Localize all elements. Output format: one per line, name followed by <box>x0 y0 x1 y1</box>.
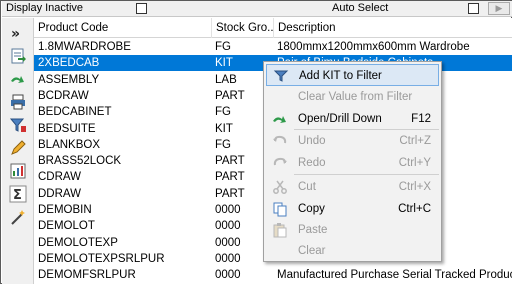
filter-button[interactable] <box>9 116 27 134</box>
cell-product-code: ASSEMBLY <box>38 73 100 86</box>
svg-text:Σ: Σ <box>13 188 22 203</box>
menu-item-copy[interactable]: Copy Ctrl+C <box>266 198 439 220</box>
pencil-icon <box>11 140 26 155</box>
copy-icon <box>272 201 288 217</box>
chart-button[interactable] <box>9 162 27 180</box>
menu-item-shortcut: Ctrl+C <box>398 203 431 215</box>
menu-item-label: Cut <box>298 181 316 193</box>
filter-icon <box>9 118 26 132</box>
cell-product-code: BEDSUITE <box>38 122 96 135</box>
table-row[interactable]: 1.8MWARDROBE FG 1800mmx1200mmx600mm Wardro… <box>34 39 512 55</box>
menu-item-shortcut: Ctrl+X <box>398 181 431 193</box>
wizard-button[interactable] <box>9 208 27 226</box>
window-frame: Display Inactive Auto Select ▶ » Σ Produ… <box>0 0 512 284</box>
drill-down-button[interactable] <box>9 70 27 88</box>
auto-select-label: Auto Select <box>332 2 389 14</box>
column-header-product-code[interactable]: Product Code <box>34 18 212 38</box>
double-chevron-right-icon: » <box>11 26 20 42</box>
auto-select-checkbox[interactable] <box>468 3 479 14</box>
menu-item-label: Add KIT to Filter <box>299 70 382 82</box>
menu-separator <box>294 129 439 130</box>
cell-product-code: 1.8MWARDROBE <box>38 41 131 53</box>
cell-product-code: DEMOBIN <box>38 204 92 216</box>
export-document-icon <box>11 48 26 64</box>
cell-description: Manufactured Purchase Serial Tracked Pro… <box>277 269 512 282</box>
filter-icon <box>273 68 289 84</box>
cell-product-code: DDRAW <box>38 187 82 200</box>
cell-stock-group: FG <box>215 41 231 53</box>
svg-text:»: » <box>11 26 20 42</box>
display-inactive-label: Display Inactive <box>6 2 84 14</box>
export-button[interactable] <box>9 47 27 65</box>
menu-item-label: Clear <box>298 245 326 257</box>
printer-icon <box>11 94 25 110</box>
cell-product-code: BRASS52LOCK <box>38 155 122 168</box>
magic-wand-icon <box>11 210 25 225</box>
menu-item-undo[interactable]: Undo Ctrl+Z <box>266 130 439 152</box>
cell-product-code: DEMOMFSRLPUR <box>38 269 136 282</box>
drill-down-arrow-icon <box>11 76 24 83</box>
menu-separator <box>294 174 439 175</box>
expand-panel-button[interactable]: » <box>9 24 27 42</box>
grid-header: Product Code Stock Gro... Description <box>34 18 512 38</box>
print-button[interactable] <box>9 93 27 111</box>
sigma-icon: Σ <box>9 185 27 203</box>
cell-description: 1800mmx1200mmx600mm Wardrobe <box>277 41 470 53</box>
menu-item-label: Redo <box>298 157 326 169</box>
menu-item-label: Clear Value from Filter <box>298 91 413 103</box>
menu-item-redo[interactable]: Redo Ctrl+Y <box>266 152 439 174</box>
top-options-bar: Display Inactive Auto Select ▶ <box>2 1 512 17</box>
cell-product-code: DEMOLOTEXPSRLPUR <box>38 252 165 265</box>
table-row[interactable]: DEMOMFSRLPUR 0000 Manufactured Purchase Se… <box>34 267 512 283</box>
drill-down-arrow-icon <box>272 111 288 127</box>
left-toolbar: » Σ <box>2 18 34 284</box>
column-header-stock-group[interactable]: Stock Gro... <box>212 18 274 38</box>
menu-item-shortcut: F12 <box>411 113 431 125</box>
context-menu: Add KIT to Filter Clear Value from Filter… <box>263 61 442 262</box>
undo-icon <box>272 133 288 149</box>
chart-icon <box>10 163 26 179</box>
cell-product-code: DEMOLOTEXP <box>38 236 118 249</box>
cell-product-code: DEMOLOT <box>38 220 95 233</box>
menu-item-add-to-filter[interactable]: Add KIT to Filter <box>266 64 439 86</box>
menu-item-label: Undo <box>298 135 326 147</box>
menu-item-shortcut: Ctrl+Z <box>399 135 431 147</box>
menu-item-cut[interactable]: Cut Ctrl+X <box>266 176 439 198</box>
cell-product-code: BEDCABINET <box>38 106 112 119</box>
page-forward-button[interactable]: ▶ <box>488 2 510 15</box>
menu-item-label: Paste <box>298 224 328 236</box>
menu-item-shortcut: Ctrl+Y <box>398 157 431 169</box>
edit-button[interactable] <box>9 139 27 157</box>
menu-item-label: Open/Drill Down <box>298 113 382 125</box>
menu-item-clear-value-from-filter[interactable]: Clear Value from Filter <box>266 86 439 108</box>
cell-product-code: 2XBEDCAB <box>38 57 100 70</box>
scissors-icon <box>272 179 288 195</box>
cell-product-code: CDRAW <box>38 171 82 184</box>
column-header-description[interactable]: Description <box>274 18 512 38</box>
menu-item-open-drill-down[interactable]: Open/Drill Down F12 <box>266 108 439 130</box>
cell-stock-group: 0000 <box>215 269 241 282</box>
display-inactive-checkbox[interactable] <box>136 3 147 14</box>
menu-item-label: Copy <box>298 203 325 215</box>
redo-icon <box>272 155 288 171</box>
cell-product-code: BCDRAW <box>38 89 89 102</box>
menu-item-clear[interactable]: Clear <box>266 240 439 262</box>
menu-item-paste[interactable]: Paste <box>266 219 439 241</box>
cell-product-code: BLANKBOX <box>38 138 100 151</box>
paste-icon <box>272 222 288 238</box>
sum-button[interactable]: Σ <box>9 185 27 203</box>
